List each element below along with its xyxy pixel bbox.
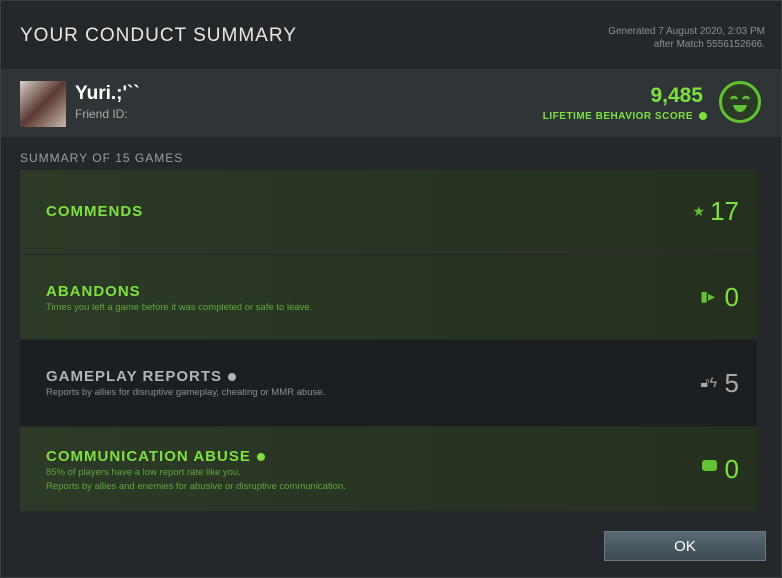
- behavior-score-label-text: LIFETIME BEHAVIOR SCORE: [542, 111, 693, 122]
- row-title-text: GAMEPLAY REPORTS: [46, 368, 223, 385]
- communication-abuse-value: 0: [724, 454, 739, 484]
- row-description-2: Reports by allies and enemies for abusiv…: [46, 481, 346, 492]
- behavior-score: 9,485: [650, 84, 703, 107]
- commends-value: 17: [710, 196, 739, 226]
- commends-row: COMMENDS ★ 17: [20, 170, 757, 254]
- ok-button[interactable]: OK: [604, 531, 766, 561]
- lock-lightning-icon: 🔓︎ϟ: [700, 374, 717, 390]
- row-description: Reports by allies for disruptive gamepla…: [46, 387, 326, 398]
- generated-match: after Match 5556152666.: [653, 39, 765, 50]
- row-description: 85% of players have a low report rate li…: [46, 467, 241, 478]
- page-title: YOUR CONDUCT SUMMARY: [20, 25, 297, 46]
- gameplay-reports-value: 5: [724, 368, 739, 398]
- behavior-score-label: LIFETIME BEHAVIOR SCORE: [543, 111, 707, 122]
- row-title: COMMUNICATION ABUSE: [46, 448, 265, 465]
- row-title: GAMEPLAY REPORTS: [46, 368, 237, 385]
- row-title: ABANDONS: [46, 283, 141, 300]
- summary-heading: SUMMARY OF 15 GAMES: [20, 151, 184, 165]
- row-description: Times you left a game before it was comp…: [46, 302, 313, 313]
- exit-door-icon: ▮▸: [700, 288, 715, 304]
- info-icon[interactable]: [256, 453, 265, 462]
- generated-info: Generated 7 August 2020, 2:03 PM after M…: [608, 25, 765, 51]
- avatar[interactable]: [20, 81, 66, 127]
- gameplay-reports-row: GAMEPLAY REPORTS Reports by allies for d…: [20, 340, 757, 426]
- chat-bubble-icon: [702, 460, 717, 471]
- generated-date: Generated 7 August 2020, 2:03 PM: [608, 26, 765, 37]
- abandons-value: 0: [724, 282, 739, 312]
- smiley-face-icon: [719, 81, 761, 123]
- abandons-row: ABANDONS Times you left a game before it…: [20, 255, 757, 339]
- conduct-summary-window: YOUR CONDUCT SUMMARY Generated 7 August …: [0, 0, 782, 578]
- row-title: COMMENDS: [46, 203, 144, 220]
- friend-id: Friend ID:: [75, 107, 128, 121]
- info-icon[interactable]: [228, 373, 237, 382]
- player-name: Yuri.;'``: [75, 83, 140, 104]
- profile-bar: Yuri.;'`` Friend ID: 9,485 LIFETIME BEHA…: [1, 69, 781, 137]
- info-icon[interactable]: [699, 112, 707, 121]
- star-icon: ★: [692, 203, 705, 219]
- communication-abuse-row: COMMUNICATION ABUSE 85% of players have …: [20, 427, 757, 511]
- row-title-text: COMMUNICATION ABUSE: [46, 448, 251, 465]
